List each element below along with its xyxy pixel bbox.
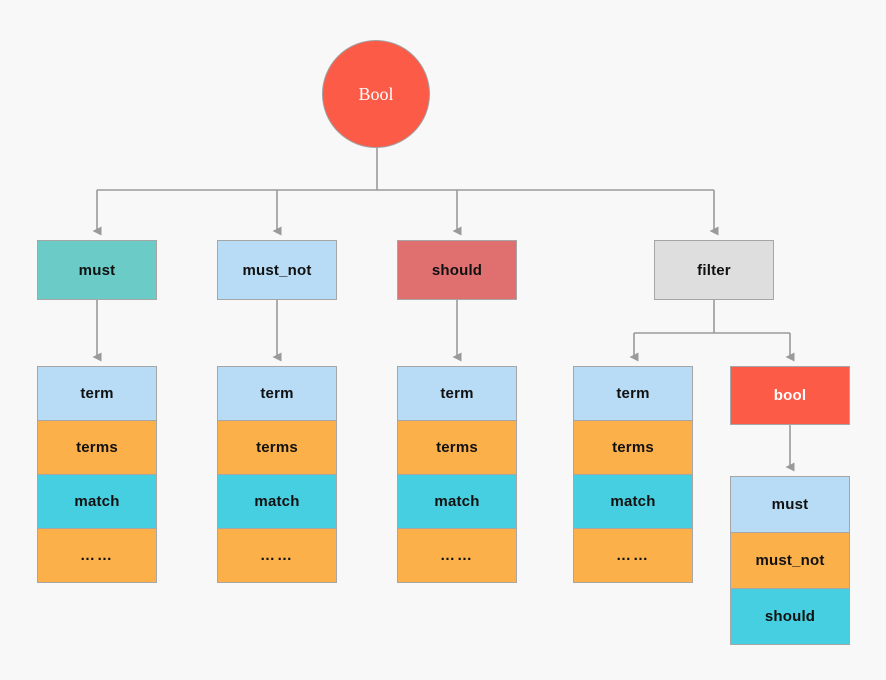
query-stack-must: term terms match …… (37, 366, 157, 583)
node-clause-must-not-label: must_not (242, 261, 312, 279)
query-stack-must-not: term terms match …… (217, 366, 337, 583)
node-match[interactable]: match (397, 474, 517, 528)
node-nested-must[interactable]: must (730, 476, 850, 532)
node-more-label: …… (260, 547, 294, 564)
node-terms-label: terms (76, 439, 118, 456)
node-clause-filter[interactable]: filter (654, 240, 774, 300)
query-stack-filter: term terms match …… (573, 366, 693, 583)
node-terms-label: terms (256, 439, 298, 456)
node-more[interactable]: …… (573, 528, 693, 583)
node-terms[interactable]: terms (397, 420, 517, 474)
node-more-label: …… (80, 547, 114, 564)
node-nested-must-label: must (771, 496, 809, 513)
bool-query-diagram: Bool must must_not should filter term te… (0, 0, 886, 680)
node-clause-must-not[interactable]: must_not (217, 240, 337, 300)
node-more[interactable]: …… (37, 528, 157, 583)
node-nested-bool[interactable]: bool (730, 366, 850, 425)
node-term[interactable]: term (217, 366, 337, 420)
node-term-label: term (80, 385, 114, 402)
node-clause-filter-label: filter (697, 261, 731, 279)
node-nested-should[interactable]: should (730, 588, 850, 645)
node-match[interactable]: match (37, 474, 157, 528)
node-match[interactable]: match (217, 474, 337, 528)
node-more-label: …… (616, 547, 650, 564)
node-more-label: …… (440, 547, 474, 564)
node-bool-root-label: Bool (358, 83, 394, 104)
node-match-label: match (74, 493, 120, 510)
node-terms[interactable]: terms (217, 420, 337, 474)
node-nested-bool-label: bool (773, 387, 807, 404)
node-nested-should-label: should (764, 608, 816, 625)
node-clause-should-label: should (431, 261, 483, 279)
node-clause-should[interactable]: should (397, 240, 517, 300)
node-terms-label: terms (612, 439, 654, 456)
query-stack-should: term terms match …… (397, 366, 517, 583)
node-term-label: term (260, 385, 294, 402)
node-clause-must[interactable]: must (37, 240, 157, 300)
node-term-label: term (440, 385, 474, 402)
node-terms[interactable]: terms (573, 420, 693, 474)
node-terms-label: terms (436, 439, 478, 456)
node-clause-must-label: must (78, 261, 116, 279)
node-match[interactable]: match (573, 474, 693, 528)
nested-bool-clause-stack: must must_not should (730, 476, 850, 645)
node-term[interactable]: term (573, 366, 693, 420)
node-term[interactable]: term (397, 366, 517, 420)
node-match-label: match (434, 493, 480, 510)
node-bool-root[interactable]: Bool (322, 40, 430, 148)
node-term[interactable]: term (37, 366, 157, 420)
node-more[interactable]: …… (397, 528, 517, 583)
node-nested-must-not[interactable]: must_not (730, 532, 850, 588)
node-nested-must-not-label: must_not (755, 552, 825, 569)
node-match-label: match (610, 493, 656, 510)
node-terms[interactable]: terms (37, 420, 157, 474)
node-match-label: match (254, 493, 300, 510)
node-more[interactable]: …… (217, 528, 337, 583)
node-term-label: term (616, 385, 650, 402)
